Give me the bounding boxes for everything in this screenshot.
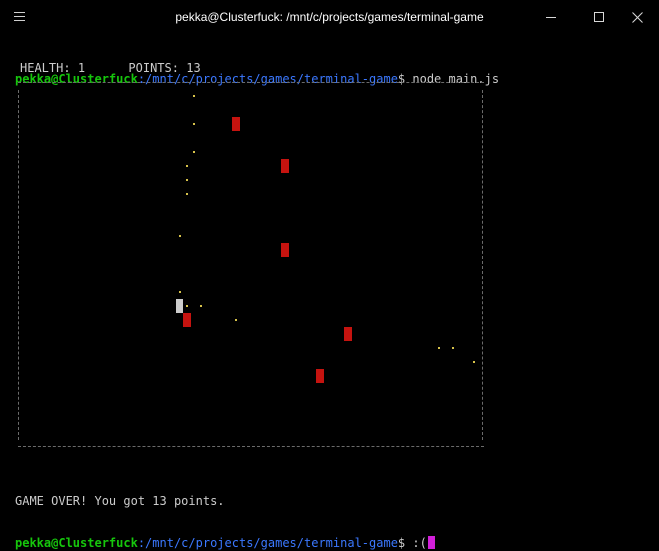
game-output: GAME OVER! You got 13 points. pekka@Clus…: [15, 466, 435, 551]
enemy: [183, 313, 191, 327]
maximize-button[interactable]: [579, 0, 619, 34]
enemy: [232, 117, 240, 131]
bullet: [438, 347, 440, 349]
prompt-input[interactable]: $ :(: [398, 536, 427, 550]
bullet: [235, 319, 237, 321]
text-cursor: [427, 536, 435, 549]
bullet: [452, 347, 454, 349]
game-field: [18, 82, 484, 446]
bullet: [179, 235, 181, 237]
player-ship: [176, 299, 183, 313]
prompt-user-host: pekka@Clusterfuck: [15, 536, 138, 550]
game-hud: HEALTH: 1 POINTS: 13: [20, 61, 201, 75]
bullet: [186, 179, 188, 181]
game-over-message: GAME OVER! You got 13 points.: [15, 494, 225, 508]
health-value: 1: [77, 61, 86, 75]
field-border-bottom: [18, 446, 484, 447]
points-label: POINTS:: [128, 61, 179, 75]
points-value: 13: [186, 61, 201, 75]
health-label: HEALTH:: [20, 61, 71, 75]
enemy: [344, 327, 352, 341]
maximize-icon: [594, 12, 604, 22]
title-bar: pekka@Clusterfuck: /mnt/c/projects/games…: [0, 0, 659, 36]
prompt-path: :/mnt/c/projects/games/terminal-game: [137, 536, 398, 550]
terminal-window: pekka@Clusterfuck: /mnt/c/projects/games…: [0, 0, 659, 551]
bullet: [186, 165, 188, 167]
enemy: [281, 243, 289, 257]
bullet: [200, 305, 202, 307]
bullet: [179, 291, 181, 293]
bullet: [193, 95, 195, 97]
close-button[interactable]: [617, 0, 657, 34]
bullet: [473, 361, 475, 363]
close-icon: [631, 11, 643, 23]
bullet: [193, 151, 195, 153]
bullet: [186, 193, 188, 195]
enemy: [281, 159, 289, 173]
enemy: [316, 369, 324, 383]
minimize-button[interactable]: [531, 0, 571, 34]
minimize-icon: [546, 16, 556, 18]
bullet: [186, 305, 188, 307]
bullet: [193, 123, 195, 125]
